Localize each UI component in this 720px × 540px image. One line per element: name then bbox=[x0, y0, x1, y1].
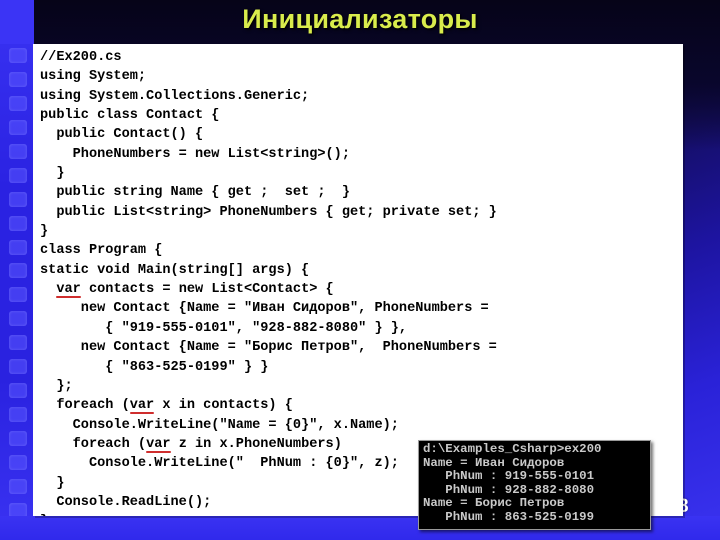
code-line: public List<string> PhoneNumbers { get; … bbox=[40, 204, 497, 220]
console-line: Name = Иван Сидоров bbox=[423, 455, 565, 470]
console-line: PhNum : 863-525-0199 bbox=[423, 509, 595, 524]
slide-title: Инициализаторы bbox=[242, 4, 478, 34]
code-line: { "919-555-0101", "928-882-8080" } }, bbox=[40, 320, 408, 336]
console-line: PhNum : 928-882-8080 bbox=[423, 482, 595, 497]
console-output-text: d:\Examples_Csharp>ex200 Name = Иван Сидо… bbox=[423, 442, 602, 525]
filmstrip-perforation-decoration bbox=[9, 48, 27, 518]
code-line: foreach (var x in contacts) { bbox=[40, 398, 293, 414]
code-line: class Program { bbox=[40, 243, 163, 259]
console-line: Name = Борис Петров bbox=[423, 496, 565, 511]
code-line: public Contact() { bbox=[40, 127, 204, 143]
code-line: } bbox=[40, 224, 49, 240]
error-squiggle-underline: var bbox=[146, 436, 171, 452]
console-line: d:\Examples_Csharp>ex200 bbox=[423, 442, 602, 456]
error-squiggle-underline: var bbox=[129, 398, 155, 414]
code-line: PhoneNumbers = new List<string>(); bbox=[40, 146, 350, 162]
code-line: }; bbox=[40, 378, 73, 394]
code-line: public class Contact { bbox=[40, 108, 220, 124]
code-line: Console.WriteLine("Name = {0}", x.Name); bbox=[40, 417, 399, 433]
code-line: using System.Collections.Generic; bbox=[40, 88, 310, 104]
code-line: public string Name { get ; set ; } bbox=[40, 185, 350, 201]
console-line: PhNum : 919-555-0101 bbox=[423, 469, 595, 484]
presentation-slide: 8 Инициализаторы //Ex200.cs using System;… bbox=[0, 0, 720, 540]
code-line: //Ex200.cs bbox=[40, 50, 122, 65]
code-line: static void Main(string[] args) { bbox=[40, 262, 310, 278]
code-line: new Contact {Name = "Борис Петров", Phon… bbox=[40, 340, 497, 356]
error-squiggle-underline: var bbox=[56, 282, 81, 298]
code-line: using System; bbox=[40, 69, 147, 85]
code-line: } bbox=[40, 166, 65, 182]
console-output-window: d:\Examples_Csharp>ex200 Name = Иван Сидо… bbox=[418, 440, 651, 530]
code-line: new Contact {Name = "Иван Сидоров", Phon… bbox=[40, 301, 489, 317]
code-line: { "863-525-0199" } } bbox=[40, 359, 269, 375]
code-line: var contacts = new List<Contact> { bbox=[56, 282, 334, 298]
